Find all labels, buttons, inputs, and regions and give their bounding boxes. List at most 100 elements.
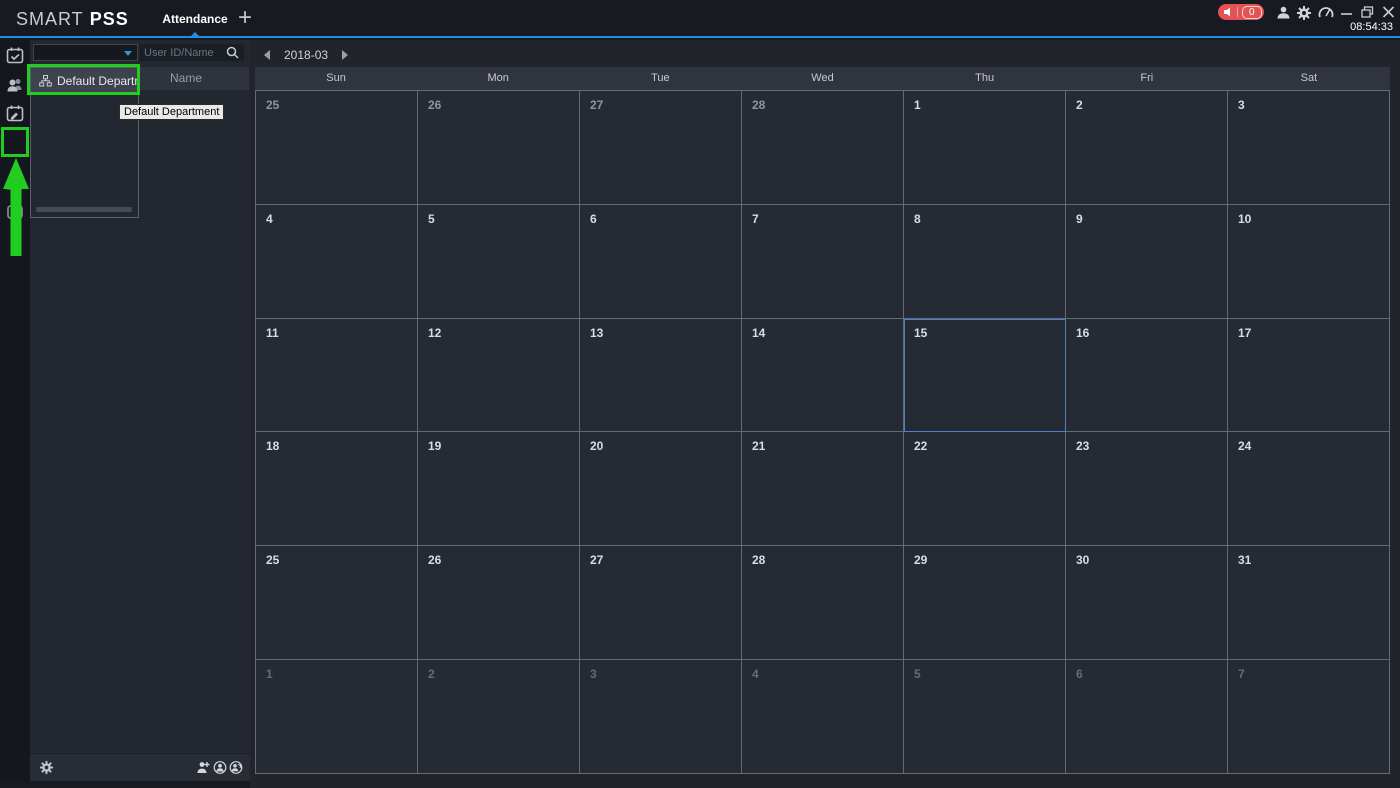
- department-tooltip: Default Department: [119, 104, 224, 120]
- calendar-cell[interactable]: 6: [1066, 660, 1228, 774]
- calendar-week-row: 111213 14 151617: [256, 319, 1390, 433]
- calendar-cell[interactable]: 25: [256, 546, 418, 660]
- attendance-calendar-panel: 2018-03 SunMonTueWedThuFriSat 2526272812…: [250, 40, 1400, 788]
- date-number: 18: [266, 439, 279, 453]
- month-label: 2018-03: [284, 48, 328, 62]
- date-number: 28: [752, 98, 765, 112]
- person-export-icon[interactable]: [213, 761, 227, 774]
- settings-gear-icon[interactable]: [1296, 5, 1312, 21]
- calendar-cell[interactable]: 6: [580, 205, 742, 319]
- user-account-icon[interactable]: [1276, 5, 1292, 21]
- calendar-cell[interactable]: 23: [1066, 432, 1228, 546]
- date-number: 27: [590, 98, 603, 112]
- calendar-check-icon[interactable]: [4, 45, 26, 67]
- date-number: 14: [752, 326, 765, 340]
- calendar-cell[interactable]: 3: [580, 660, 742, 774]
- calendar-cell[interactable]: 28: [742, 546, 904, 660]
- calendar-cell[interactable]: 27: [580, 91, 742, 205]
- day-header: Mon: [417, 67, 579, 90]
- calendar-cell[interactable]: 7: [742, 205, 904, 319]
- user-search-box: [140, 44, 244, 61]
- calendar-cell[interactable]: 14: [742, 319, 904, 433]
- previous-month-arrow-icon[interactable]: [264, 50, 270, 60]
- close-button[interactable]: [1382, 6, 1396, 18]
- calendar-cell[interactable]: 24: [1228, 432, 1390, 546]
- calendar-cell[interactable]: 1: [904, 91, 1066, 205]
- date-number: 25: [266, 553, 279, 567]
- user-list-name-header: Name: [140, 67, 249, 90]
- performance-gauge-icon[interactable]: [1318, 5, 1334, 21]
- date-number: 7: [1238, 667, 1245, 681]
- calendar-cell[interactable]: 13: [580, 319, 742, 433]
- department-select[interactable]: [33, 44, 138, 61]
- calendar-cell[interactable]: 2: [1066, 91, 1228, 205]
- calendar-cell[interactable]: 18: [256, 432, 418, 546]
- restore-button[interactable]: [1361, 6, 1375, 18]
- calendar-cell[interactable]: 19: [418, 432, 580, 546]
- alarm-badge[interactable]: 0: [1218, 4, 1264, 20]
- calendar-cell-today[interactable]: 15: [904, 319, 1066, 433]
- calendar-week-row: 18 19 20 21 22 2324: [256, 432, 1390, 546]
- date-number: 26: [428, 553, 441, 567]
- calendar-week-row: 2526 27 28 123: [256, 91, 1390, 205]
- panel-settings-gear-icon[interactable]: [39, 760, 54, 775]
- calendar-cell[interactable]: 26: [418, 91, 580, 205]
- date-number: 4: [266, 212, 273, 226]
- date-number: 1: [266, 667, 273, 681]
- date-number: 3: [1238, 98, 1245, 112]
- calendar-cell[interactable]: 1: [256, 660, 418, 774]
- users-icon[interactable]: [4, 74, 26, 96]
- calendar-cell[interactable]: 21: [742, 432, 904, 546]
- calendar-cell[interactable]: 2: [418, 660, 580, 774]
- new-tab-button[interactable]: +: [238, 4, 252, 32]
- calendar-cell[interactable]: 7: [1228, 660, 1390, 774]
- calendar-cell[interactable]: 20: [580, 432, 742, 546]
- calendar-week-row: 1 23 45 67: [256, 660, 1390, 774]
- calendar-cell[interactable]: 28: [742, 91, 904, 205]
- calendar-cell[interactable]: 5: [904, 660, 1066, 774]
- date-number: 5: [914, 667, 921, 681]
- calendar-cell[interactable]: 22: [904, 432, 1066, 546]
- calendar-cell[interactable]: 11: [256, 319, 418, 433]
- calendar-cell[interactable]: 25: [256, 91, 418, 205]
- day-header: Tue: [579, 67, 741, 90]
- system-time: 08:54:33: [1350, 21, 1393, 33]
- calendar-week-row: 25 26 2728293031: [256, 546, 1390, 660]
- calendar-cell[interactable]: 8: [904, 205, 1066, 319]
- date-number: 22: [914, 439, 927, 453]
- person-sync-icon[interactable]: [229, 761, 243, 774]
- calendar-cell[interactable]: 27: [580, 546, 742, 660]
- chevron-down-icon: [124, 51, 132, 56]
- date-number: 19: [428, 439, 441, 453]
- calendar-cell[interactable]: 29: [904, 546, 1066, 660]
- date-number: 8: [914, 212, 921, 226]
- calendar-grid: 2526272812345678910111213141516171819202…: [255, 90, 1390, 774]
- day-header-row: SunMonTueWedThuFriSat: [255, 67, 1390, 90]
- calendar-edit-icon[interactable]: [4, 103, 26, 125]
- user-search-input[interactable]: [140, 47, 226, 59]
- add-person-icon[interactable]: [196, 761, 210, 774]
- calendar-cell[interactable]: 9: [1066, 205, 1228, 319]
- minimize-button[interactable]: [1340, 6, 1354, 18]
- calendar-cell[interactable]: 17: [1228, 319, 1390, 433]
- day-header: Sat: [1228, 67, 1390, 90]
- tab-indicator: [189, 32, 201, 38]
- highlight-box-department: [27, 64, 140, 95]
- next-month-arrow-icon[interactable]: [342, 50, 348, 60]
- tab-attendance[interactable]: Attendance: [160, 12, 230, 26]
- date-number: 20: [590, 439, 603, 453]
- calendar-cell[interactable]: 31: [1228, 546, 1390, 660]
- calendar-cell[interactable]: 12: [418, 319, 580, 433]
- calendar-cell[interactable]: 5: [418, 205, 580, 319]
- calendar-cell[interactable]: 4: [742, 660, 904, 774]
- horizontal-scrollbar[interactable]: [36, 207, 132, 212]
- title-bar: SMART PSS Attendance + 0 08:54:33: [0, 0, 1400, 38]
- calendar-cell[interactable]: 16: [1066, 319, 1228, 433]
- date-number: 3: [590, 667, 597, 681]
- calendar-cell[interactable]: 30: [1066, 546, 1228, 660]
- calendar-cell[interactable]: 26: [418, 546, 580, 660]
- calendar-cell[interactable]: 3: [1228, 91, 1390, 205]
- search-icon[interactable]: [226, 46, 239, 59]
- calendar-cell[interactable]: 10: [1228, 205, 1390, 319]
- calendar-cell[interactable]: 4: [256, 205, 418, 319]
